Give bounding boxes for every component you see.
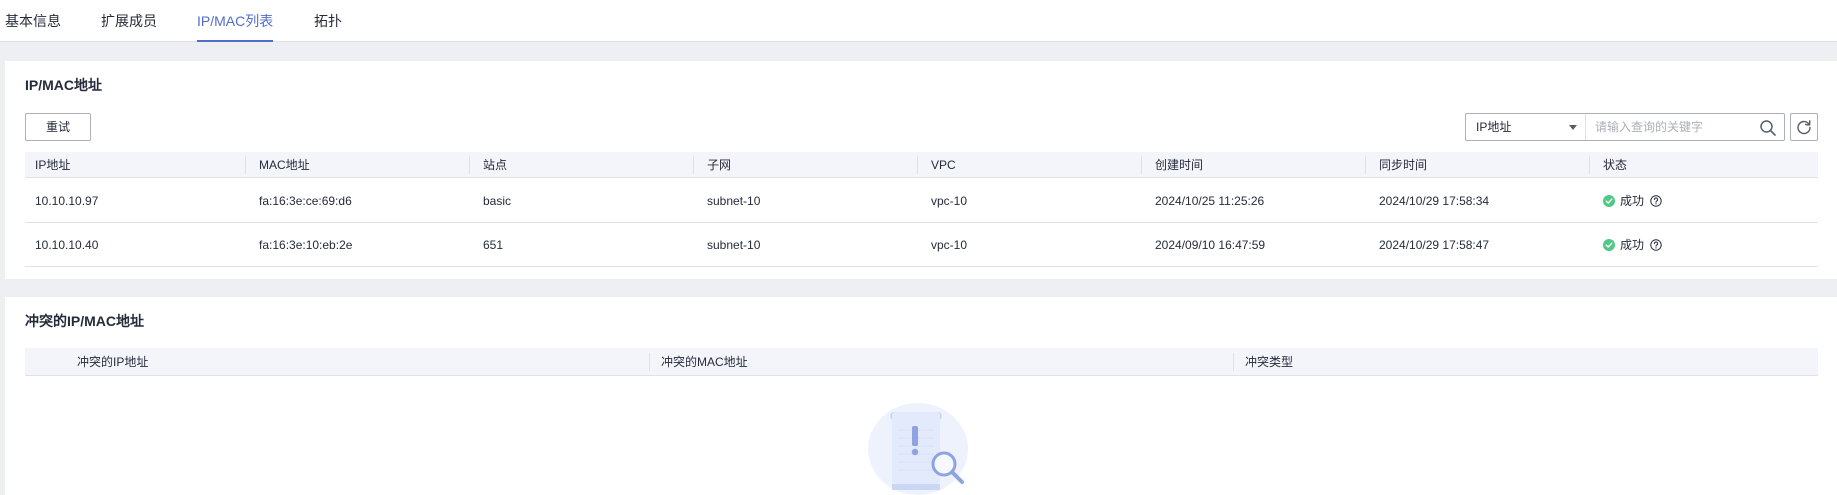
refresh-icon xyxy=(1797,120,1811,135)
cell-site: basic xyxy=(483,194,512,208)
col-status: 状态 xyxy=(1603,158,1628,172)
search-icon[interactable] xyxy=(1759,119,1777,137)
caret-down-icon xyxy=(1569,125,1577,130)
ipmac-card: IP/MAC地址 重试 IP地址 IP地址 MAC地址 站点 子网 VPC 创建… xyxy=(5,61,1837,279)
ipmac-title: IP/MAC地址 xyxy=(25,77,102,93)
check-circle-icon xyxy=(1603,239,1615,251)
search-box: IP地址 xyxy=(1465,113,1785,141)
cell-synced: 2024/10/29 17:58:47 xyxy=(1379,238,1490,252)
retry-button[interactable]: 重试 xyxy=(25,113,91,141)
cell-subnet: subnet-10 xyxy=(707,194,761,208)
tab-ip-mac-list[interactable]: IP/MAC列表 xyxy=(197,0,274,42)
tab-extended-members[interactable]: 扩展成员 xyxy=(101,0,157,42)
question-circle-icon[interactable] xyxy=(1650,195,1662,207)
cell-mac: fa:16:3e:10:eb:2e xyxy=(259,238,353,252)
cell-site: 651 xyxy=(483,238,504,252)
refresh-button[interactable] xyxy=(1790,113,1818,141)
search-input[interactable] xyxy=(1587,114,1755,140)
col-conflict-mac: 冲突的MAC地址 xyxy=(661,355,748,369)
col-conflict-ip: 冲突的IP地址 xyxy=(77,355,149,369)
cell-synced: 2024/10/29 17:58:34 xyxy=(1379,194,1490,208)
tab-topology[interactable]: 拓扑 xyxy=(314,0,342,42)
cell-status: 成功 xyxy=(1603,223,1662,267)
cell-ip: 10.10.10.40 xyxy=(35,238,99,252)
tab-basic-info[interactable]: 基本信息 xyxy=(5,0,61,42)
question-circle-icon[interactable] xyxy=(1650,239,1662,251)
check-circle-icon xyxy=(1603,195,1615,207)
col-ip: IP地址 xyxy=(35,158,71,172)
col-created: 创建时间 xyxy=(1155,158,1204,172)
search-field-select[interactable]: IP地址 xyxy=(1466,114,1586,140)
empty-search-illustration xyxy=(868,403,968,495)
col-synced: 同步时间 xyxy=(1379,158,1428,172)
cell-ip: 10.10.10.97 xyxy=(35,194,99,208)
search-field-value: IP地址 xyxy=(1476,120,1512,134)
cell-vpc: vpc-10 xyxy=(931,238,968,252)
cell-vpc: vpc-10 xyxy=(931,194,968,208)
col-site: 站点 xyxy=(483,158,508,172)
cell-created: 2024/10/25 11:25:26 xyxy=(1155,194,1265,208)
status-text: 成功 xyxy=(1620,238,1645,252)
col-subnet: 子网 xyxy=(707,158,732,172)
col-vpc: VPC xyxy=(931,158,956,172)
table-row: 10.10.10.40 fa:16:3e:10:eb:2e 651 subnet… xyxy=(25,223,1818,267)
cell-created: 2024/09/10 16:47:59 xyxy=(1155,238,1266,252)
status-text: 成功 xyxy=(1620,194,1645,208)
conflict-title: 冲突的IP/MAC地址 xyxy=(25,313,144,329)
cell-status: 成功 xyxy=(1603,179,1662,223)
cell-subnet: subnet-10 xyxy=(707,238,761,252)
tab-bar: 基本信息 扩展成员 IP/MAC列表 拓扑 xyxy=(0,0,1837,42)
col-conflict-type: 冲突类型 xyxy=(1245,355,1294,369)
ipmac-table-header: IP地址 MAC地址 站点 子网 VPC 创建时间 同步时间 状态 xyxy=(25,152,1818,178)
cell-mac: fa:16:3e:ce:69:d6 xyxy=(259,194,352,208)
table-row: 10.10.10.97 fa:16:3e:ce:69:d6 basic subn… xyxy=(25,179,1818,223)
col-mac: MAC地址 xyxy=(259,158,310,172)
